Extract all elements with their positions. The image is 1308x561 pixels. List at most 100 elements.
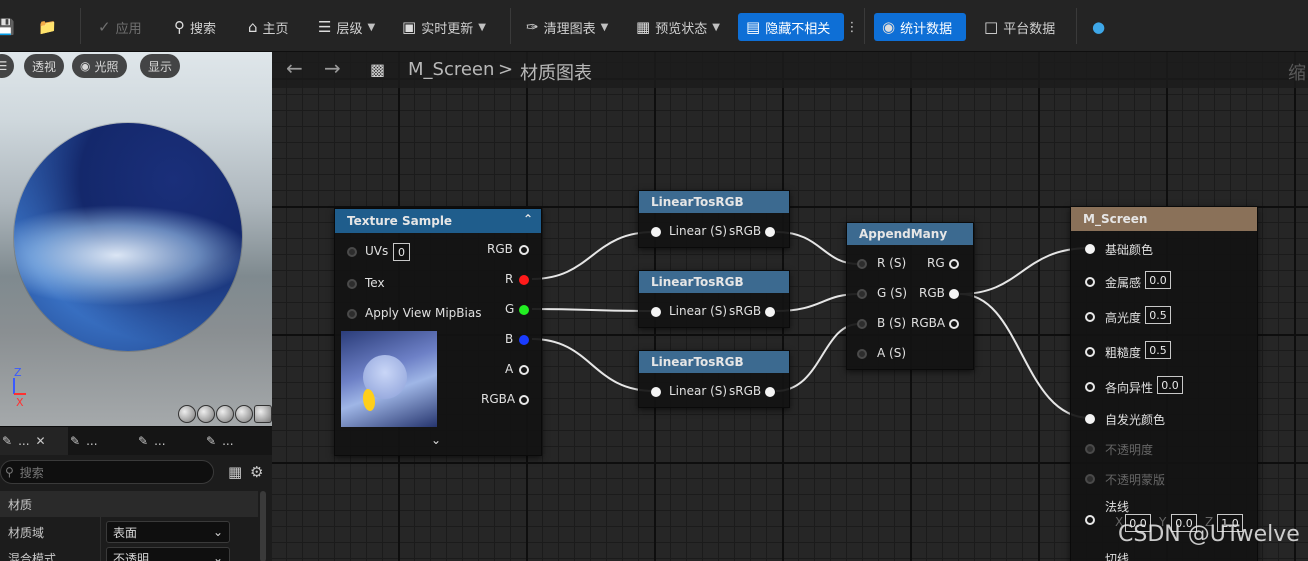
browse-button[interactable]: 📁 (38, 13, 57, 41)
linear-to-srgb-node-3[interactable]: LinearTosRGB Linear (S) sRGB (638, 350, 790, 408)
hide-unrelated-options-button[interactable]: ⋮ (846, 13, 859, 41)
teapot-preview-icon[interactable] (254, 405, 272, 423)
stats-button[interactable]: ◉ 统计数据 (874, 13, 966, 41)
details-tab[interactable]: ✎... (204, 427, 272, 455)
rgba-output-pin[interactable] (519, 395, 529, 405)
mipbias-input-pin[interactable] (347, 309, 357, 319)
hide-unrelated-button[interactable]: ▤ 隐藏不相关 (738, 13, 844, 41)
rgb-output-pin[interactable] (519, 245, 529, 255)
lighting-button[interactable]: ◉ 光照 (72, 54, 127, 78)
details-tab[interactable]: ✎... (136, 427, 204, 455)
axis-x-label: X (16, 396, 24, 408)
search-button[interactable]: ⚲ 搜索 (174, 13, 216, 41)
srgb-output-pin[interactable] (765, 387, 775, 397)
source-control-button[interactable]: ● (1092, 13, 1105, 41)
sphere-preview-icon[interactable] (197, 405, 215, 423)
toolbar-divider (510, 8, 511, 44)
linear-to-srgb-node-1[interactable]: LinearTosRGB Linear (S) sRGB (638, 190, 790, 248)
append-g-input-pin[interactable] (857, 289, 867, 299)
blend-mode-select[interactable]: 不透明 ⌄ (106, 547, 230, 561)
anisotropy-value[interactable]: 0.0 (1157, 376, 1183, 394)
srgb-output-pin[interactable] (765, 307, 775, 317)
append-rgba-output-pin[interactable] (949, 319, 959, 329)
tex-input-pin[interactable] (347, 279, 357, 289)
cube-preview-icon[interactable] (235, 405, 253, 423)
roughness-value[interactable]: 0.5 (1145, 341, 1171, 359)
table-view-icon[interactable]: ▦ (228, 463, 242, 481)
append-rgb-output-pin[interactable] (949, 289, 959, 299)
srgb-output-label: sRGB (729, 304, 762, 318)
specular-value[interactable]: 0.5 (1145, 306, 1171, 324)
linear-to-srgb-node-2[interactable]: LinearTosRGB Linear (S) sRGB (638, 270, 790, 328)
details-tab[interactable]: ✎... (68, 427, 136, 455)
b-output-pin[interactable] (519, 335, 529, 345)
srgb-output-pin[interactable] (765, 227, 775, 237)
base-color-pin[interactable] (1085, 244, 1095, 254)
clean-graph-button[interactable]: ✑ 清理图表 ▼ (526, 13, 608, 41)
perspective-button[interactable]: 透视 (24, 54, 65, 78)
linear-input-pin[interactable] (651, 307, 661, 317)
linear-to-srgb-title-text: LinearTosRGB (651, 195, 744, 209)
wire-g-to-linear2 (531, 308, 655, 312)
a-output-pin[interactable] (519, 365, 529, 375)
platform-stats-button[interactable]: □ 平台数据 (984, 13, 1055, 41)
graph-breadcrumb-bar: ← → ▩ M_Screen > 材质图表 缩 (272, 52, 1308, 88)
material-category-header[interactable]: 材质 (0, 491, 258, 517)
category-label: 材质 (8, 497, 33, 512)
home-button[interactable]: ⌂ 主页 (248, 13, 289, 41)
append-r-input-pin[interactable] (857, 259, 867, 269)
chevron-up-icon[interactable]: ⌃ (523, 212, 533, 226)
specular-pin[interactable] (1085, 312, 1095, 322)
menu-icon: ☰ (0, 59, 8, 73)
append-many-title-text: AppendMany (859, 227, 948, 241)
uvs-input-pin[interactable] (347, 247, 357, 257)
texture-sample-title: Texture Sample ⌃ (335, 209, 541, 233)
linear-input-pin[interactable] (651, 227, 661, 237)
r-output-pin[interactable] (519, 275, 529, 285)
material-result-node[interactable]: M_Screen 基础颜色 金属感 0.0 高光度 0.5 粗糙度 0.5 各向… (1070, 206, 1258, 561)
show-button[interactable]: 显示 (140, 54, 181, 78)
details-search-input[interactable]: ⚲ 搜索 (0, 460, 214, 484)
preview-viewport[interactable]: ☰ 透视 ◉ 光照 显示 Z X (0, 52, 272, 426)
metallic-pin[interactable] (1085, 277, 1095, 287)
breadcrumb-asset[interactable]: M_Screen (408, 59, 494, 80)
append-b-input-pin[interactable] (857, 319, 867, 329)
normal-label: 法线 (1105, 500, 1130, 514)
cylinder-preview-icon[interactable] (178, 405, 196, 423)
g-output-pin[interactable] (519, 305, 529, 315)
live-update-button[interactable]: ▣ 实时更新 ▼ (402, 13, 486, 41)
plane-preview-icon[interactable] (216, 405, 234, 423)
normal-pin[interactable] (1085, 515, 1095, 525)
append-rg-output-pin[interactable] (949, 259, 959, 269)
anisotropy-pin[interactable] (1085, 382, 1095, 392)
chevron-down-icon[interactable]: ⌄ (431, 433, 441, 447)
anisotropy-label: 各向异性 (1105, 381, 1154, 395)
details-scrollbar[interactable] (260, 491, 266, 561)
emissive-color-pin[interactable] (1085, 414, 1095, 424)
breadcrumb-separator: > (498, 59, 514, 80)
viewport-menu-button[interactable]: ☰ (0, 54, 14, 78)
roughness-pin[interactable] (1085, 347, 1095, 357)
rgb-output-label: RGB (487, 242, 513, 256)
append-many-node[interactable]: AppendMany R (S) G (S) B (S) A (S) RG RG… (846, 222, 974, 370)
uvs-value[interactable]: 0 (393, 243, 410, 261)
gear-icon[interactable]: ⚙ (250, 463, 263, 481)
wire-b-to-linear3 (531, 338, 655, 392)
back-arrow-icon[interactable]: ← (286, 56, 303, 80)
close-icon[interactable]: ✕ (36, 434, 46, 448)
material-graph[interactable]: ← → ▩ M_Screen > 材质图表 缩 Texture Sample ⌃ … (272, 52, 1308, 561)
linear-to-srgb-title: LinearTosRGB (639, 351, 789, 373)
perspective-label: 透视 (32, 59, 57, 74)
metallic-value[interactable]: 0.0 (1145, 271, 1171, 289)
texture-sample-node[interactable]: Texture Sample ⌃ UVs 0 Tex Apply View Mip… (334, 208, 542, 456)
linear-input-pin[interactable] (651, 387, 661, 397)
apply-button[interactable]: ✓ 应用 (98, 13, 142, 41)
platform-stats-label: 平台数据 (1003, 21, 1056, 37)
details-tab[interactable]: ✎... ✕ (0, 427, 68, 455)
material-domain-select[interactable]: 表面 ⌄ (106, 521, 230, 543)
append-a-input-pin[interactable] (857, 349, 867, 359)
hierarchy-button[interactable]: ☰ 层级 ▼ (318, 13, 375, 41)
forward-arrow-icon[interactable]: → (324, 56, 341, 80)
save-button[interactable]: 💾 (0, 13, 15, 41)
preview-state-button[interactable]: ▦ 预览状态 ▼ (636, 13, 720, 41)
